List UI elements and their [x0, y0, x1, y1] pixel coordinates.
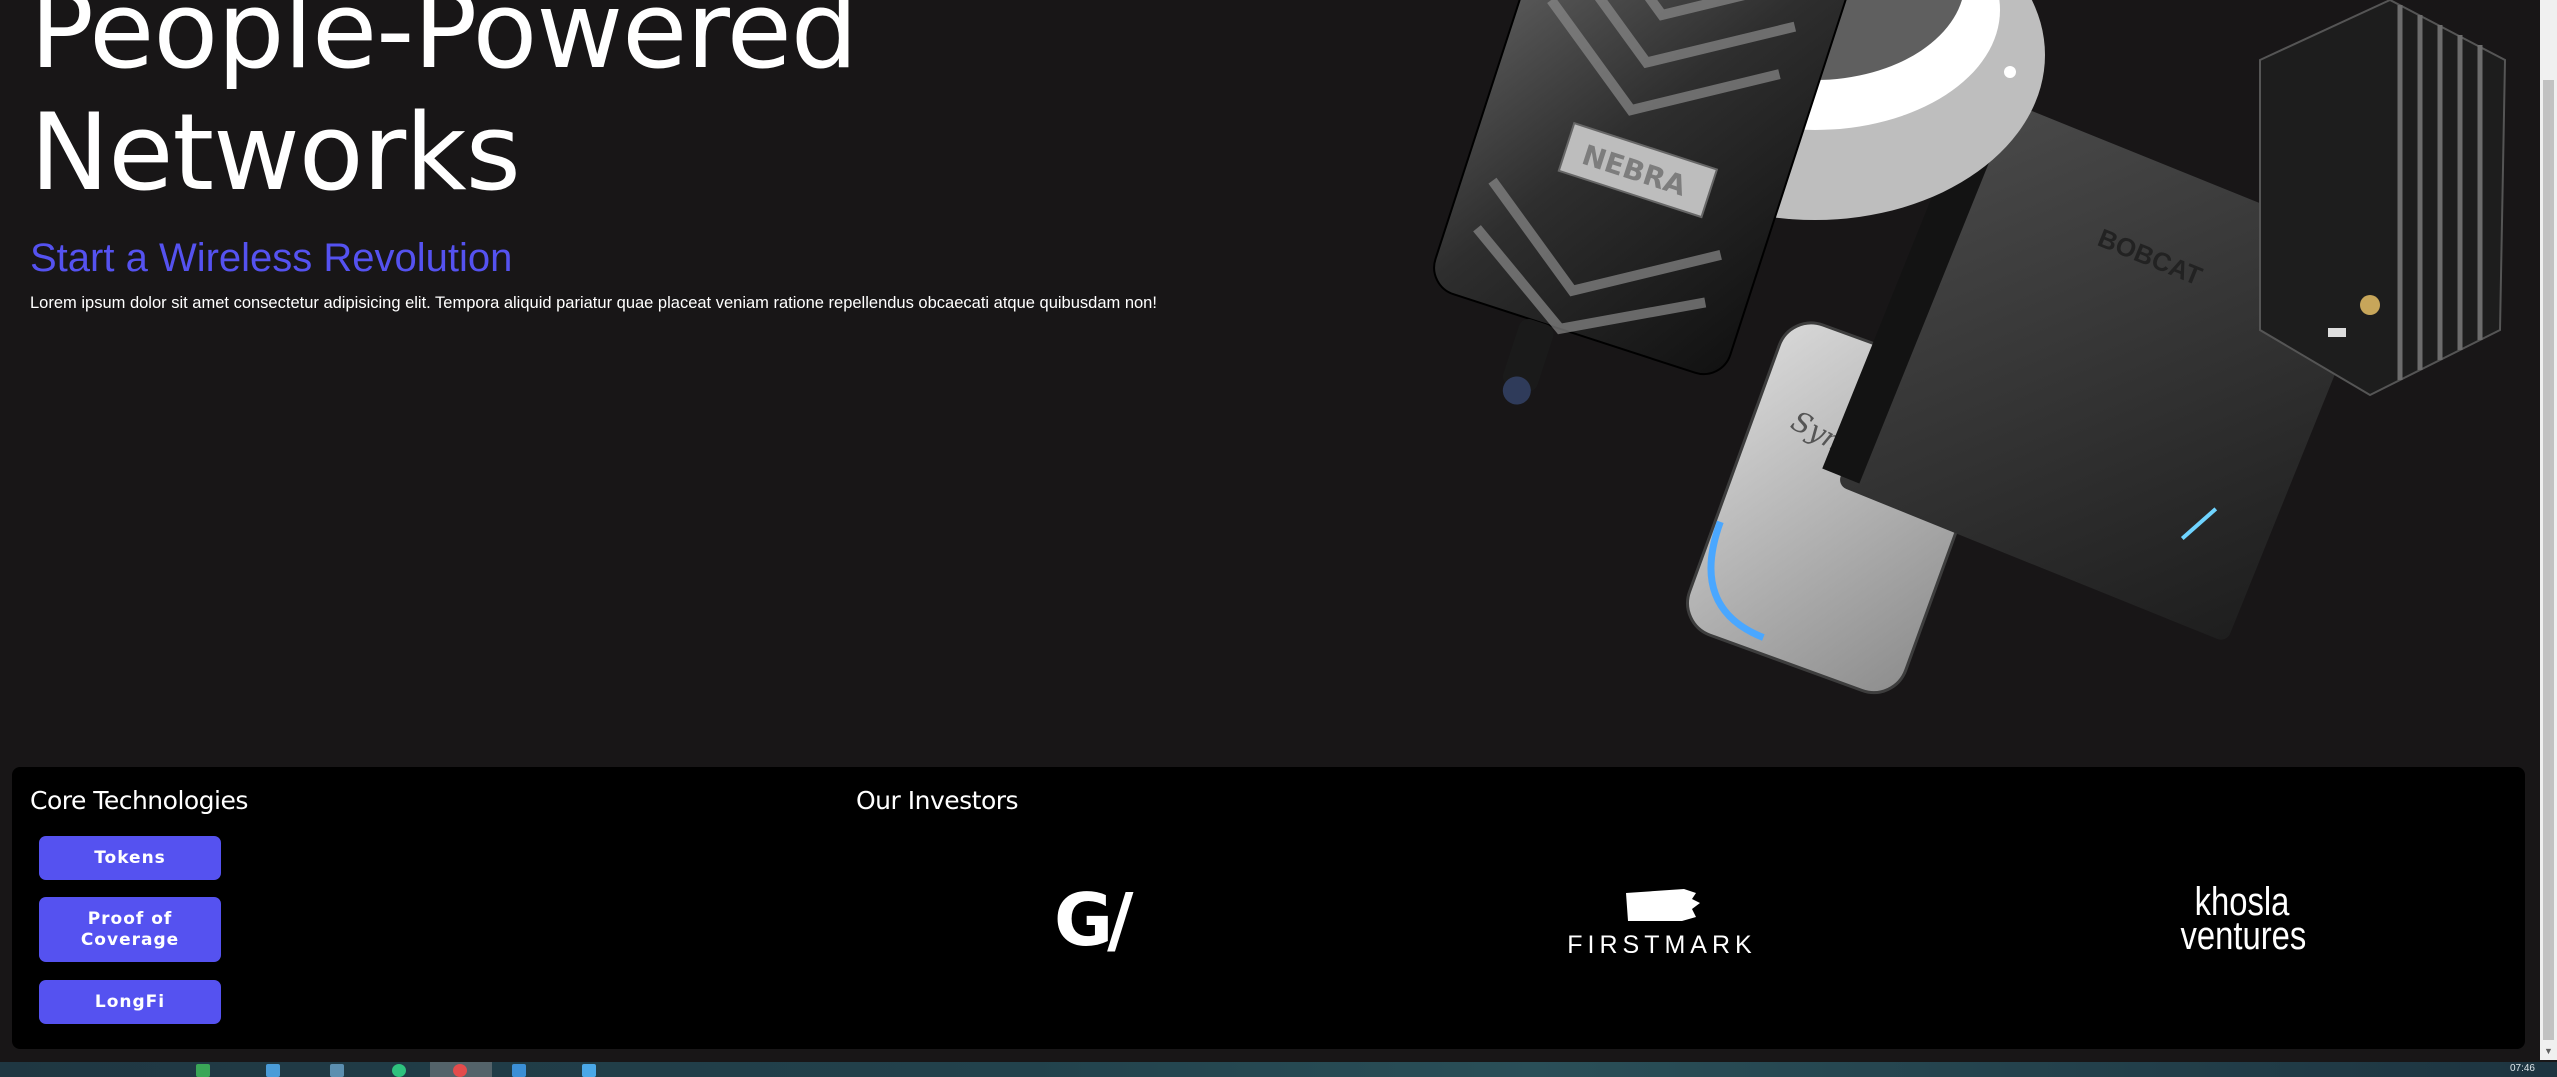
core-technologies-heading: Core Technologies — [30, 786, 248, 815]
gv-logo: G/ — [1054, 884, 1133, 956]
taskbar-browser-icon[interactable] — [453, 1064, 467, 1077]
taskbar-app-icon[interactable] — [196, 1064, 210, 1077]
hero-subtitle: Start a Wireless Revolution — [30, 236, 513, 280]
tokens-button[interactable]: Tokens — [39, 836, 221, 880]
proof-of-coverage-button[interactable]: Proof of Coverage — [39, 897, 221, 962]
info-panel: Core Technologies Tokens Proof of Covera… — [12, 767, 2525, 1049]
khosla-logo-line-2: ventures — [2180, 914, 2307, 958]
taskbar-clock: 07:46 — [2509, 1063, 2535, 1074]
longfi-button[interactable]: LongFi — [39, 980, 221, 1024]
firstmark-brush-icon — [1626, 889, 1700, 921]
taskbar-app-icon[interactable] — [582, 1064, 596, 1077]
taskbar-app-icon[interactable] — [512, 1064, 526, 1077]
khosla-ventures-logo: khosla ventures — [2167, 882, 2317, 958]
scrollbar-thumb[interactable] — [2543, 80, 2554, 1040]
page-scrollbar[interactable]: ▼ — [2540, 0, 2557, 1060]
taskbar-app-icon[interactable] — [392, 1064, 406, 1077]
hero-title-line-2: Networks — [30, 91, 521, 214]
taskbar-app-icon[interactable] — [266, 1064, 280, 1077]
firstmark-logo-text: FIRSTMARK — [1567, 931, 1757, 959]
hero-title: People-Powered Networks — [30, 0, 858, 214]
scroll-down-arrow-icon[interactable]: ▼ — [2540, 1043, 2557, 1060]
firstmark-logo: FIRSTMARK — [1560, 887, 1764, 958]
hero-title-line-1: People-Powered — [30, 0, 858, 92]
hotspot-devices-image: SyncroBit BOBCAT NEBRA — [1433, 0, 2507, 695]
our-investors-heading: Our Investors — [856, 786, 1019, 815]
os-taskbar: 07:46 — [0, 1062, 2557, 1077]
gv-logo-text: G/ — [1054, 878, 1133, 962]
hero-description: Lorem ipsum dolor sit amet consectetur a… — [30, 294, 1157, 312]
compact-miner-device — [2259, 0, 2507, 397]
taskbar-app-icon[interactable] — [330, 1064, 344, 1077]
